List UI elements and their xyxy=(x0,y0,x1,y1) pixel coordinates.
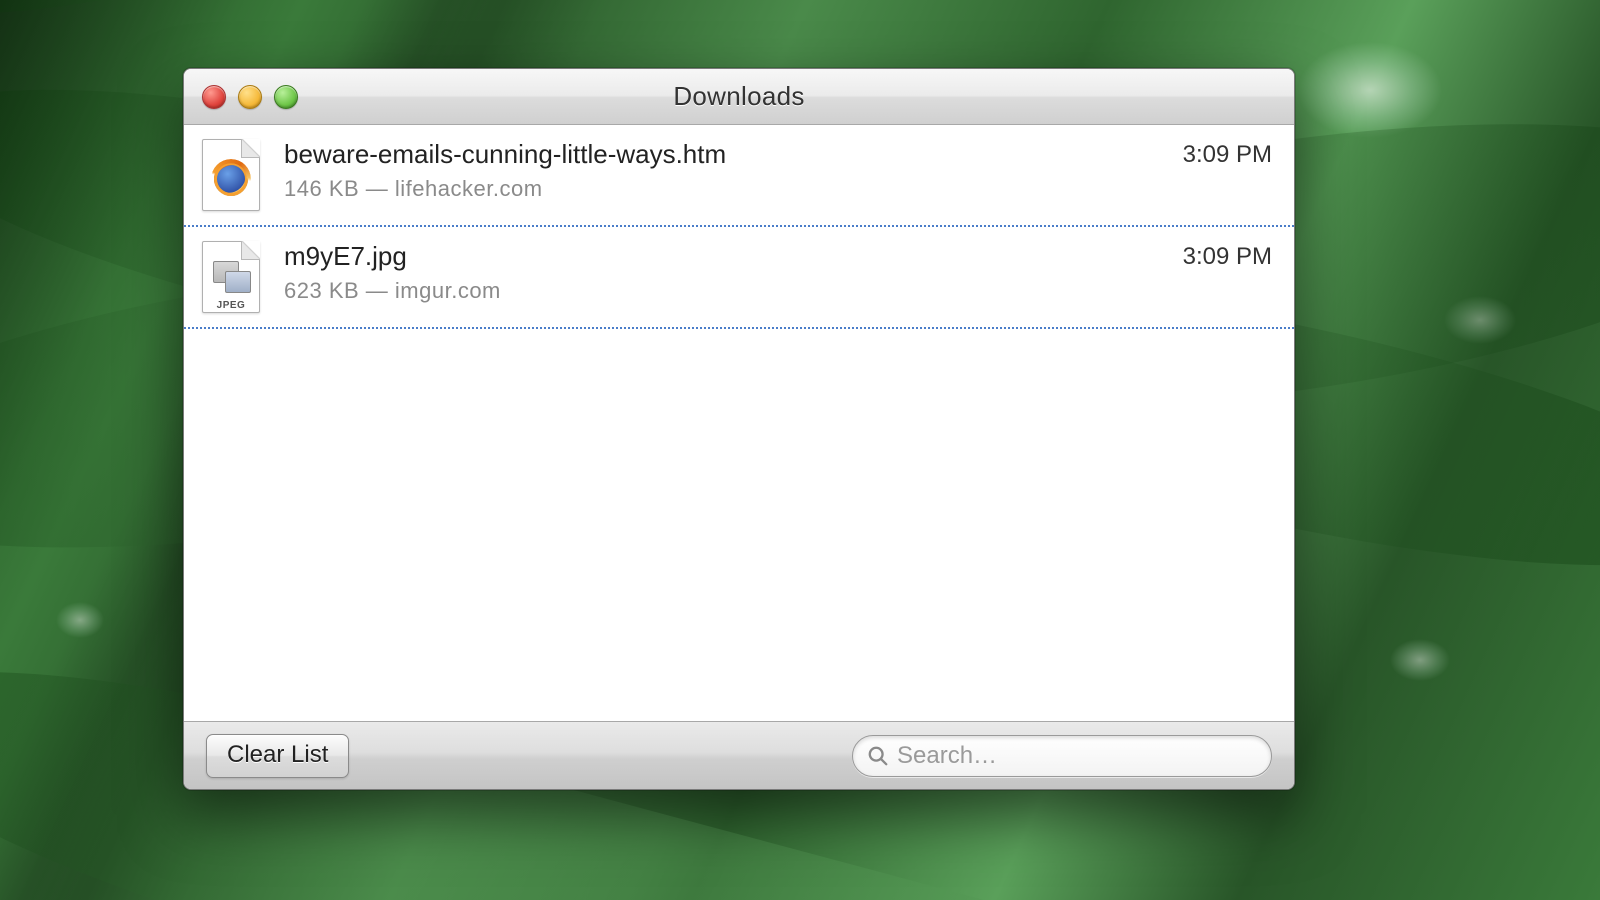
download-time: 3:09 PM xyxy=(1183,139,1272,169)
jpeg-file-icon: JPEG xyxy=(202,241,260,313)
search-icon xyxy=(867,745,889,767)
window-title: Downloads xyxy=(184,81,1294,112)
download-meta: 623 KB — imgur.com xyxy=(284,278,1159,304)
download-filename: beware-emails-cunning-little-ways.htm xyxy=(284,139,1159,170)
search-input[interactable] xyxy=(897,742,1257,770)
download-row[interactable]: JPEG m9yE7.jpg 623 KB — imgur.com 3:09 P… xyxy=(184,225,1294,329)
minimize-button[interactable] xyxy=(238,85,262,109)
download-row[interactable]: beware-emails-cunning-little-ways.htm 14… xyxy=(184,125,1294,226)
firefox-html-file-icon xyxy=(202,139,260,211)
clear-list-button[interactable]: Clear List xyxy=(206,734,349,778)
downloads-window: Downloads beware-emails-cunning-little-w… xyxy=(183,68,1295,790)
zoom-button[interactable] xyxy=(274,85,298,109)
search-field[interactable] xyxy=(852,735,1272,777)
download-info: beware-emails-cunning-little-ways.htm 14… xyxy=(284,139,1159,202)
download-list: beware-emails-cunning-little-ways.htm 14… xyxy=(184,125,1294,721)
download-filename: m9yE7.jpg xyxy=(284,241,1159,272)
titlebar[interactable]: Downloads xyxy=(184,69,1294,125)
footer-toolbar: Clear List xyxy=(184,721,1294,789)
download-info: m9yE7.jpg 623 KB — imgur.com xyxy=(284,241,1159,304)
window-controls xyxy=(184,85,298,109)
jpeg-badge: JPEG xyxy=(202,300,260,311)
close-button[interactable] xyxy=(202,85,226,109)
download-time: 3:09 PM xyxy=(1183,241,1272,271)
download-meta: 146 KB — lifehacker.com xyxy=(284,176,1159,202)
